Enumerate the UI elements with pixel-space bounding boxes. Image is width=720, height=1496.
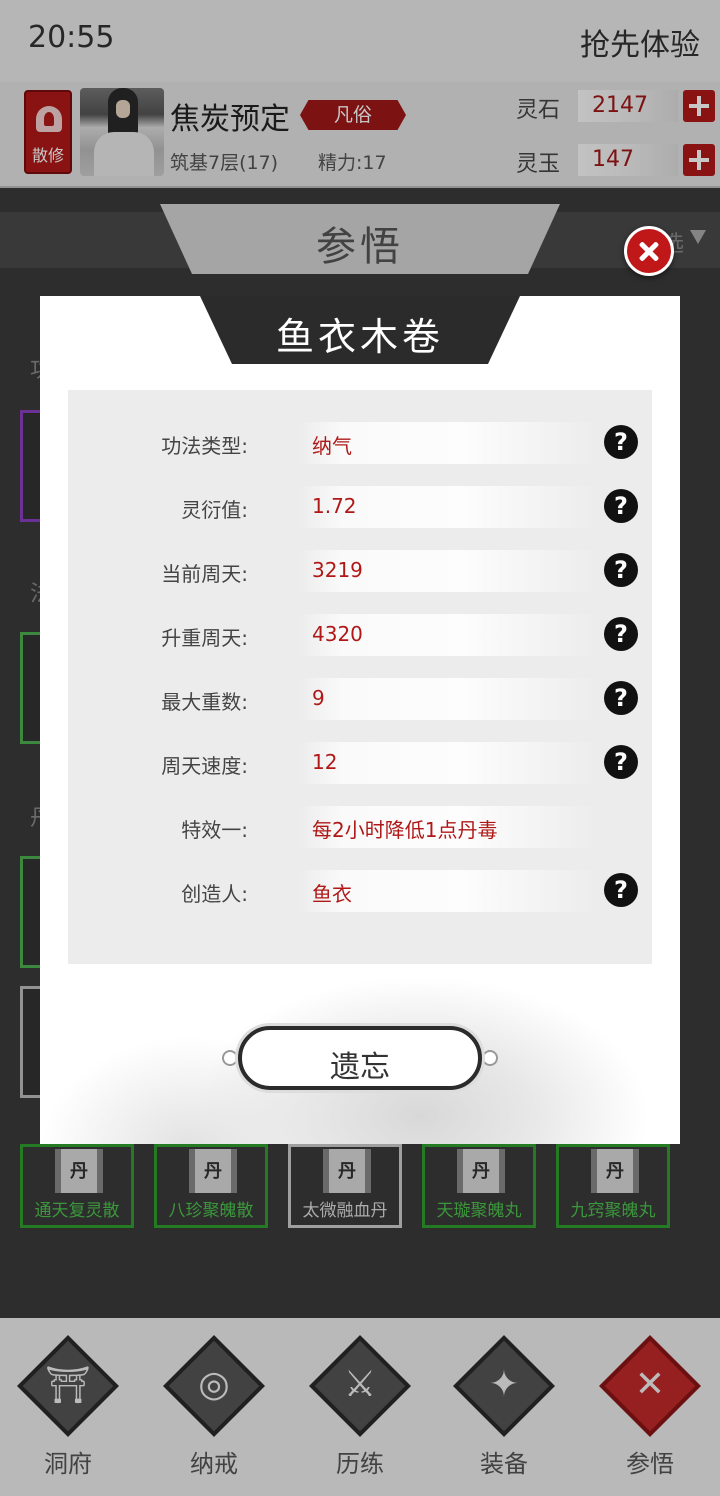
stat-label: 特效一: [181,818,248,842]
help-icon[interactable]: ? [604,745,638,779]
forget-button-label: 遗忘 [330,1050,390,1085]
stat-row: 当前周天: 3219 ? [68,548,652,594]
stat-row: 特效一: 每2小时降低1点丹毒 [68,804,652,850]
help-icon[interactable]: ? [604,873,638,907]
stat-label: 创造人: [181,882,248,906]
stat-row: 升重周天: 4320 ? [68,612,652,658]
stats-panel: 功法类型: 纳气 ? 灵衍值: 1.72 ? 当前周天: 3219 ? 升重周天… [68,390,652,964]
forget-button[interactable]: 遗忘 [238,1026,482,1090]
stat-label: 功法类型: [161,434,248,458]
stat-row: 功法类型: 纳气 ? [68,420,652,466]
help-icon[interactable]: ? [604,489,638,523]
dialog-title: 鱼衣木卷 [275,315,444,359]
stat-value: 每2小时降低1点丹毒 [312,818,498,842]
stat-value: 9 [312,686,325,710]
stat-row: 最大重数: 9 ? [68,676,652,722]
help-icon[interactable]: ? [604,617,638,651]
stat-label: 周天速度: [161,754,248,778]
stat-value: 3219 [312,558,363,582]
stat-row: 周天速度: 12 ? [68,740,652,786]
stat-value: 12 [312,750,338,774]
stat-label: 灵衍值: [181,498,248,522]
help-icon[interactable]: ? [604,553,638,587]
stat-value: 1.72 [312,494,357,518]
stat-value: 纳气 [312,434,352,458]
stat-row: 创造人: 鱼衣 ? [68,868,652,914]
help-icon[interactable]: ? [604,425,638,459]
technique-detail-dialog: 鱼衣木卷 功法类型: 纳气 ? 灵衍值: 1.72 ? 当前周天: 3219 ?… [40,296,680,1144]
stat-value: 鱼衣 [312,882,352,906]
stat-value: 4320 [312,622,363,646]
stat-row: 灵衍值: 1.72 ? [68,484,652,530]
stat-label: 最大重数: [161,690,248,714]
stat-label: 升重周天: [161,626,248,650]
close-icon[interactable] [624,226,674,276]
help-icon[interactable]: ? [604,681,638,715]
stat-label: 当前周天: [161,562,248,586]
